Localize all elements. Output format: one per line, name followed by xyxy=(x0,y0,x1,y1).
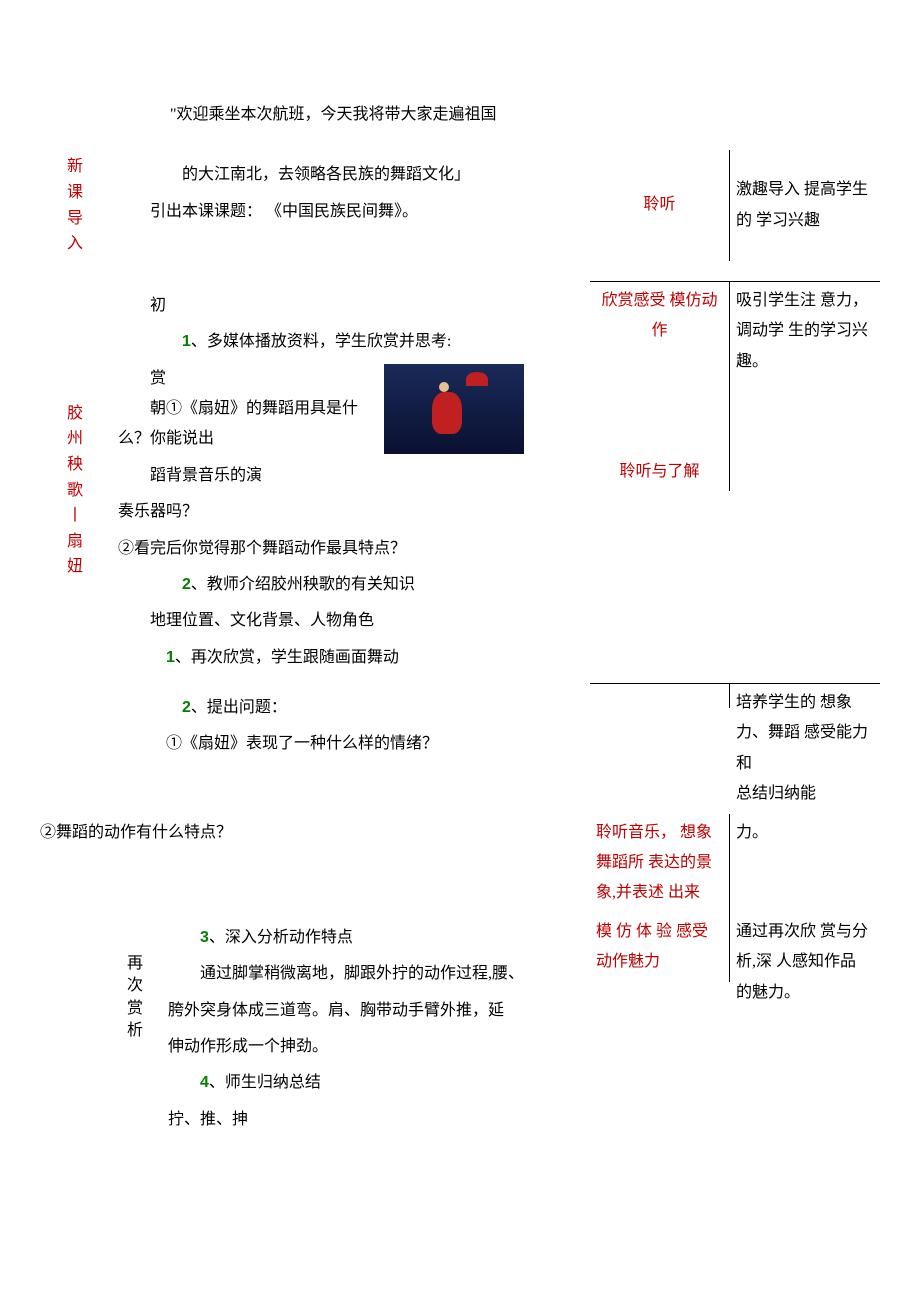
student-a: 欣赏感受 模仿动作 xyxy=(596,286,723,347)
student-b: 聆听与了解 xyxy=(596,457,723,487)
p5: 通过脚掌稍微离地，脚跟外拧的动作过程,腰、 xyxy=(168,959,582,989)
intent-b: 通过再次欣 赏与分析,深 人感知作品 的魅力。 xyxy=(736,917,874,1008)
p1: 1、多媒体播放资料，学生欣赏并思考: xyxy=(118,327,582,357)
reapp-student: 模 仿 体 验 感受动作魅力 xyxy=(590,913,730,982)
intro-line1: 的大江南北，去领略各民族的舞蹈文化」 xyxy=(118,160,582,190)
p2: 朝①《扇妞》的舞蹈用具是什么？你能说出 xyxy=(118,394,378,455)
label-char: 胶 xyxy=(67,401,83,427)
sub-char: 再 xyxy=(127,955,143,972)
sub-b: 赏 xyxy=(118,364,378,394)
intro-line2a: 引出本课课题： xyxy=(150,203,262,220)
label-char: 课 xyxy=(67,180,83,206)
section-label-jiaozhou: 胶 州 秧 歌 丨 扇 妞 xyxy=(40,281,110,584)
p5-text: 、教师介绍胶州秧歌的有关知识 xyxy=(191,576,415,593)
analysis-student-a: 聆听音乐， 想象舞蹈所 表达的景 象,并表述 出来 xyxy=(590,814,730,913)
sub-char: 次 xyxy=(127,977,143,994)
intro-line2b: 《中国民族民间舞》。 xyxy=(266,203,418,220)
intro-quote: "欢迎乘坐本次航班，今天我将带大家走遍祖国 xyxy=(40,100,880,130)
num: 1 xyxy=(166,649,175,666)
intent-a3: 力。 xyxy=(736,818,874,848)
outdent-content: ②舞蹈的动作有什么特点？ xyxy=(40,814,590,852)
reapp-intent: 通过再次欣 赏与分析,深 人感知作品 的魅力。 xyxy=(730,913,880,1012)
section-label-intro: 新 课 导 入 xyxy=(40,150,110,260)
p6: 胯外突身体成三道弯。肩、胸带动手臂外推，延 xyxy=(168,996,582,1026)
reapp-content: 3、深入分析动作特点 通过脚掌稍微离地，脚跟外拧的动作过程,腰、 胯外突身体成三… xyxy=(160,913,590,1145)
dance-image xyxy=(384,364,524,454)
intent-a3-wrap: 力。 xyxy=(730,814,880,852)
row-jiaozhou: 胶 州 秧 歌 丨 扇 妞 初 1、多媒体播放资料，学生欣赏并思考: 赏 朝①《… xyxy=(40,281,880,683)
analysis-intent-a: 培养学生的 想象力、舞蹈 感受能力和 总结归纳能 xyxy=(730,683,880,814)
intro-student-text: 聆听 xyxy=(596,190,723,220)
analysis-main: 2、提出问题： ①《扇妞》表现了一种什么样的情绪？ xyxy=(110,683,590,770)
jiaozhou-upper-content: 初 1、多媒体播放资料，学生欣赏并思考: 赏 朝①《扇妞》的舞蹈用具是什么？你能… xyxy=(110,281,590,683)
p8-text: 、师生归纳总结 xyxy=(209,1074,321,1091)
p3b: 奏乐器吗？ xyxy=(118,497,582,527)
jiaozhou-intent: 吸引学生注 意力，调动学 生的学习兴 趣。 xyxy=(730,281,880,381)
jiaozhou-upper: 初 1、多媒体播放资料，学生欣赏并思考: 赏 朝①《扇妞》的舞蹈用具是什么？你能… xyxy=(110,281,590,683)
num: 2 xyxy=(182,576,191,593)
q2: 2、提出问题： xyxy=(118,693,582,723)
reapp-wrap: 再 次 赏 析 3、深入分析动作特点 通过脚掌稍微离地，脚跟外拧的动作过程,腰、… xyxy=(110,913,590,1145)
num: 4 xyxy=(200,1074,209,1091)
row-analysis: 2、提出问题： ①《扇妞》表现了一种什么样的情绪？ 培养学生的 想象力、舞蹈 感… xyxy=(40,683,880,814)
p4: 3、深入分析动作特点 xyxy=(168,923,582,953)
label-char: 歌 xyxy=(67,478,83,504)
intent-a: 吸引学生注 意力，调动学 生的学习兴 趣。 xyxy=(736,286,874,377)
intro-intent: 激趣导入 提高学生的 学习兴趣 xyxy=(730,150,880,260)
p9: 拧、推、抻 xyxy=(168,1105,582,1135)
p1-text: 、多媒体播放资料，学生欣赏并思考: xyxy=(191,333,451,350)
p4: ②看完后你觉得那个舞蹈动作最具特点？ xyxy=(118,534,582,564)
row-outdent: ②舞蹈的动作有什么特点？ 聆听音乐， 想象舞蹈所 表达的景 象,并表述 出来 力… xyxy=(40,814,880,913)
blank-label xyxy=(40,683,110,691)
intro-line2: 引出本课课题： 《中国民族民间舞》。 xyxy=(118,197,582,227)
img-block: 赏 朝①《扇妞》的舞蹈用具是什么？你能说出 蹈背景音乐的演 xyxy=(118,364,582,498)
sub-char: 析 xyxy=(127,1022,143,1039)
p7: 伸动作形成一个抻劲。 xyxy=(168,1032,582,1062)
intro-text: "欢迎乘坐本次航班，今天我将带大家走遍祖国 xyxy=(170,106,497,123)
row-reappreciate: 再 次 赏 析 3、深入分析动作特点 通过脚掌稍微离地，脚跟外拧的动作过程,腰、… xyxy=(40,913,880,1145)
label-char: 扇 xyxy=(67,529,83,555)
p5: 2、教师介绍胶州秧歌的有关知识 xyxy=(118,570,582,600)
intro-main: 的大江南北，去领略各民族的舞蹈文化」 引出本课课题： 《中国民族民间舞》。 xyxy=(110,150,590,260)
num: 1 xyxy=(182,333,191,350)
num: 2 xyxy=(182,699,191,716)
label-char: 妞 xyxy=(67,554,83,580)
sub-label-reapp: 再 次 赏 析 xyxy=(110,913,160,1145)
label-char: 秧 xyxy=(67,452,83,478)
blank-label2 xyxy=(40,913,110,921)
p6: 地理位置、文化背景、人物角色 xyxy=(118,606,582,636)
row-intro: 新 课 导 入 的大江南北，去领略各民族的舞蹈文化」 引出本课课题： 《中国民族… xyxy=(40,150,880,260)
label-char: 入 xyxy=(67,231,83,257)
p7-text: 、再次欣赏，学生跟随画面舞动 xyxy=(175,649,399,666)
label-char: 导 xyxy=(67,206,83,232)
label-char: 州 xyxy=(67,426,83,452)
q2-text: 、提出问题： xyxy=(191,699,287,716)
intent-a1: 培养学生的 想象力、舞蹈 感受能力和 xyxy=(736,688,874,779)
p8: 4、师生归纳总结 xyxy=(168,1068,582,1098)
intro-student: 聆听 xyxy=(590,150,730,260)
intro-intent-text: 激趣导入 提高学生的 学习兴趣 xyxy=(736,175,874,236)
p3a: 蹈背景音乐的演 xyxy=(118,461,378,491)
fan-shape xyxy=(466,372,488,386)
p4-text: 、深入分析动作特点 xyxy=(209,929,353,946)
jiaozhou-student: 欣赏感受 模仿动作 聆听与了解 xyxy=(590,281,730,491)
analysis-student-wrap xyxy=(590,683,730,708)
q2a: ①《扇妞》表现了一种什么样的情绪？ xyxy=(118,729,582,759)
student-b-text: 模 仿 体 验 感受动作魅力 xyxy=(596,917,723,978)
student-a-text: 聆听音乐， 想象舞蹈所 表达的景 象,并表述 出来 xyxy=(596,818,723,909)
p3: ②舞蹈的动作有什么特点？ xyxy=(40,824,232,841)
num: 3 xyxy=(200,929,209,946)
intent-a2: 总结归纳能 xyxy=(736,779,874,809)
jiaozhou-main: 初 1、多媒体播放资料，学生欣赏并思考: 赏 朝①《扇妞》的舞蹈用具是什么？你能… xyxy=(110,281,590,683)
label-char: 新 xyxy=(67,154,83,180)
p7: 1、再次欣赏，学生跟随画面舞动 xyxy=(118,643,582,673)
sub-a: 初 xyxy=(118,291,582,321)
sub-char: 赏 xyxy=(127,1000,143,1017)
label-char: 丨 xyxy=(67,503,83,529)
